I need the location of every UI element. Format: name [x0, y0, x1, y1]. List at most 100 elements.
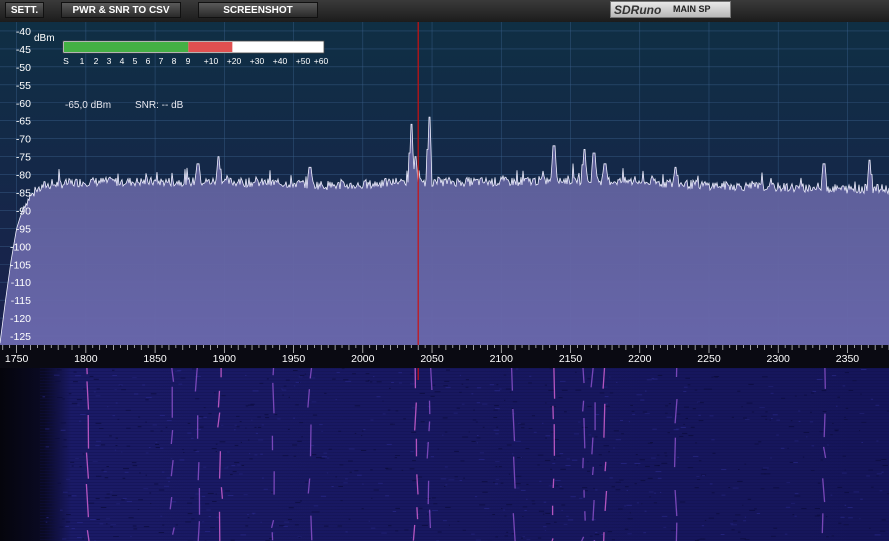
- waterfall-speckle: [187, 432, 192, 434]
- waterfall-speckle: [661, 462, 668, 464]
- waterfall-speckle: [560, 468, 566, 470]
- waterfall-speckle: [538, 510, 545, 512]
- waterfall-scanline: [40, 485, 889, 486]
- waterfall-speckle: [595, 531, 598, 533]
- waterfall-speckle: [635, 454, 638, 456]
- waterfall-speckle: [205, 530, 211, 532]
- s-meter-scale-label: 7: [159, 56, 164, 66]
- waterfall-speckle: [391, 382, 394, 383]
- waterfall-speckle: [300, 375, 305, 377]
- waterfall-speckle: [123, 468, 129, 470]
- waterfall-scanline: [40, 410, 889, 411]
- settings-button[interactable]: SETT.: [5, 2, 44, 18]
- waterfall-speckle: [471, 441, 476, 442]
- toolbar: SETT. PWR & SNR TO CSV SCREENSHOT SDRuno…: [0, 0, 889, 23]
- waterfall-scanline: [40, 455, 889, 456]
- s-meter-scale-label: +30: [250, 56, 265, 66]
- x-tick-label: 2150: [559, 353, 583, 365]
- waterfall-speckle: [550, 468, 552, 470]
- waterfall-scanline: [40, 503, 889, 504]
- y-tick-label: -100: [10, 241, 31, 253]
- y-tick-label: -120: [10, 313, 31, 325]
- waterfall-speckle: [73, 381, 78, 383]
- waterfall-speckle: [871, 486, 874, 488]
- s-meter-scale-label: 6: [146, 56, 151, 66]
- waterfall-speckle: [132, 525, 137, 527]
- y-tick-label: -50: [16, 62, 31, 74]
- waterfall-speckle: [145, 399, 149, 401]
- waterfall-speckle: [233, 429, 236, 431]
- waterfall-speckle: [874, 534, 881, 536]
- waterfall-speckle: [155, 447, 160, 448]
- waterfall-speckle: [820, 459, 824, 461]
- waterfall-speckle: [793, 461, 798, 463]
- y-tick-label: -80: [16, 170, 31, 182]
- waterfall-scanline: [40, 458, 889, 459]
- waterfall-speckle: [544, 459, 551, 461]
- waterfall-speckle: [816, 379, 823, 380]
- waterfall-speckle: [840, 516, 845, 518]
- export-csv-button[interactable]: PWR & SNR TO CSV: [61, 2, 181, 18]
- waterfall-speckle: [112, 375, 118, 376]
- waterfall-signal: [416, 507, 419, 520]
- waterfall-speckle: [292, 444, 298, 446]
- waterfall-scanline: [40, 515, 889, 516]
- waterfall-speckle: [679, 435, 684, 437]
- waterfall-speckle: [567, 519, 574, 521]
- waterfall-speckle: [207, 492, 214, 494]
- waterfall-speckle: [539, 480, 542, 482]
- waterfall-speckle: [171, 501, 177, 503]
- waterfall-scanline: [40, 425, 889, 426]
- waterfall-signal: [309, 424, 312, 457]
- brand-label: SDRuno: [614, 3, 662, 17]
- s-meter-scale-label: 1: [80, 56, 85, 66]
- waterfall-speckle: [564, 411, 567, 413]
- waterfall-speckle: [787, 447, 789, 449]
- y-tick-label: -125: [10, 331, 31, 343]
- waterfall-speckle: [615, 489, 621, 491]
- waterfall-speckle: [265, 417, 270, 419]
- waterfall-speckle: [199, 426, 204, 428]
- waterfall-speckle: [471, 393, 474, 395]
- waterfall-speckle: [409, 468, 415, 470]
- waterfall-speckle: [476, 402, 481, 404]
- waterfall-speckle: [794, 495, 801, 497]
- waterfall-speckle: [412, 460, 416, 462]
- s-meter-scale-label: 5: [133, 56, 138, 66]
- waterfall-speckle: [640, 399, 645, 401]
- waterfall-speckle: [122, 477, 126, 479]
- waterfall-speckle: [743, 417, 747, 419]
- waterfall-speckle: [515, 483, 521, 485]
- waterfall-speckle: [361, 435, 363, 437]
- waterfall-speckle: [798, 420, 801, 422]
- waterfall-speckle: [640, 480, 646, 482]
- waterfall-speckle: [792, 514, 795, 516]
- waterfall-speckle: [134, 393, 139, 395]
- waterfall-speckle: [639, 459, 645, 461]
- waterfall-speckle: [647, 477, 653, 479]
- screenshot-button[interactable]: SCREENSHOT: [198, 2, 318, 18]
- waterfall-scanline: [40, 371, 889, 372]
- waterfall-signal: [428, 421, 431, 432]
- waterfall-speckle: [240, 534, 246, 536]
- waterfall-speckle: [537, 537, 542, 539]
- waterfall-speckle: [524, 510, 527, 511]
- waterfall-speckle: [93, 378, 99, 380]
- waterfall-speckle: [345, 531, 348, 533]
- waterfall-speckle: [495, 483, 498, 485]
- waterfall-speckle: [338, 486, 343, 487]
- waterfall-speckle: [293, 370, 298, 371]
- waterfall-scanline: [40, 422, 889, 423]
- spectrum-plot[interactable]: -40 -45 -50 -55 -60 -65 -70 -75 -80 -85 -90 -95 -100…: [0, 22, 889, 368]
- waterfall-speckle: [150, 393, 157, 395]
- waterfall-display[interactable]: [0, 368, 889, 541]
- waterfall-speckle: [293, 417, 295, 419]
- waterfall-scanline: [40, 476, 889, 477]
- waterfall-scanline: [40, 443, 889, 444]
- x-tick-label: 2100: [490, 353, 514, 365]
- waterfall-speckle: [506, 444, 512, 446]
- waterfall-speckle: [54, 438, 60, 439]
- waterfall-speckle: [43, 520, 50, 522]
- waterfall-speckle: [506, 504, 513, 506]
- waterfall-speckle: [115, 445, 118, 446]
